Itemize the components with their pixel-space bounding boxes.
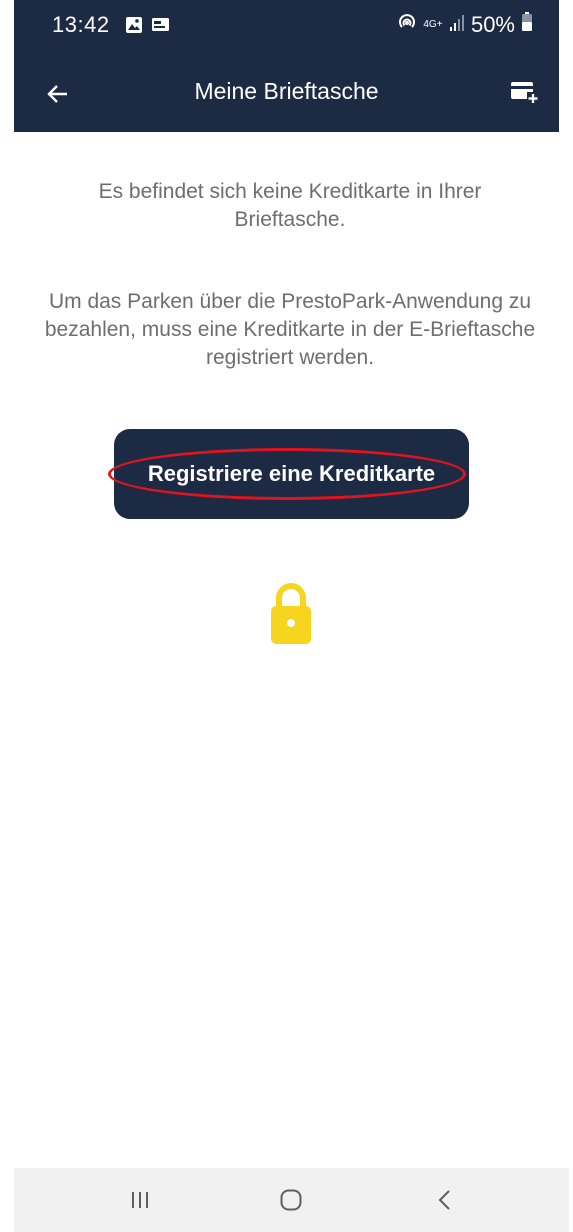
signal-icon xyxy=(449,12,465,38)
app-bar: Meine Brieftasche xyxy=(14,52,559,132)
recent-apps-icon xyxy=(132,1192,148,1208)
cast-icon xyxy=(151,14,171,40)
battery-text: 50% xyxy=(470,12,515,37)
home-icon xyxy=(280,1189,302,1211)
register-card-button[interactable]: Registriere eine Kreditkarte xyxy=(114,429,469,519)
status-bar: 13:42 4G+ 50% xyxy=(14,0,559,52)
status-icons-left xyxy=(125,14,171,40)
system-nav-bar xyxy=(14,1168,569,1232)
status-time: 13:42 xyxy=(52,12,110,37)
gallery-icon xyxy=(125,14,143,40)
add-card-button[interactable] xyxy=(507,76,543,110)
wallet-screen: 13:42 4G+ 50% Meine Brieftasche Es befin… xyxy=(0,0,573,1232)
lock-icon xyxy=(265,580,317,646)
network-4g-icon: 4G+ xyxy=(423,19,443,30)
add-card-icon xyxy=(511,82,539,104)
recent-apps-button[interactable] xyxy=(120,1182,160,1218)
battery-icon xyxy=(521,12,533,38)
home-button[interactable] xyxy=(271,1182,311,1218)
back-icon xyxy=(438,1190,450,1210)
empty-wallet-message: Es befindet sich keine Kreditkarte in Ih… xyxy=(98,180,482,231)
nav-back-button[interactable] xyxy=(425,1182,465,1218)
status-icons-right: 4G+ 50% xyxy=(397,12,533,38)
info-message: Um das Parken über die PrestoPark-Anwend… xyxy=(44,290,536,369)
hotspot-icon xyxy=(397,12,417,38)
page-title: Meine Brieftasche xyxy=(194,78,379,104)
